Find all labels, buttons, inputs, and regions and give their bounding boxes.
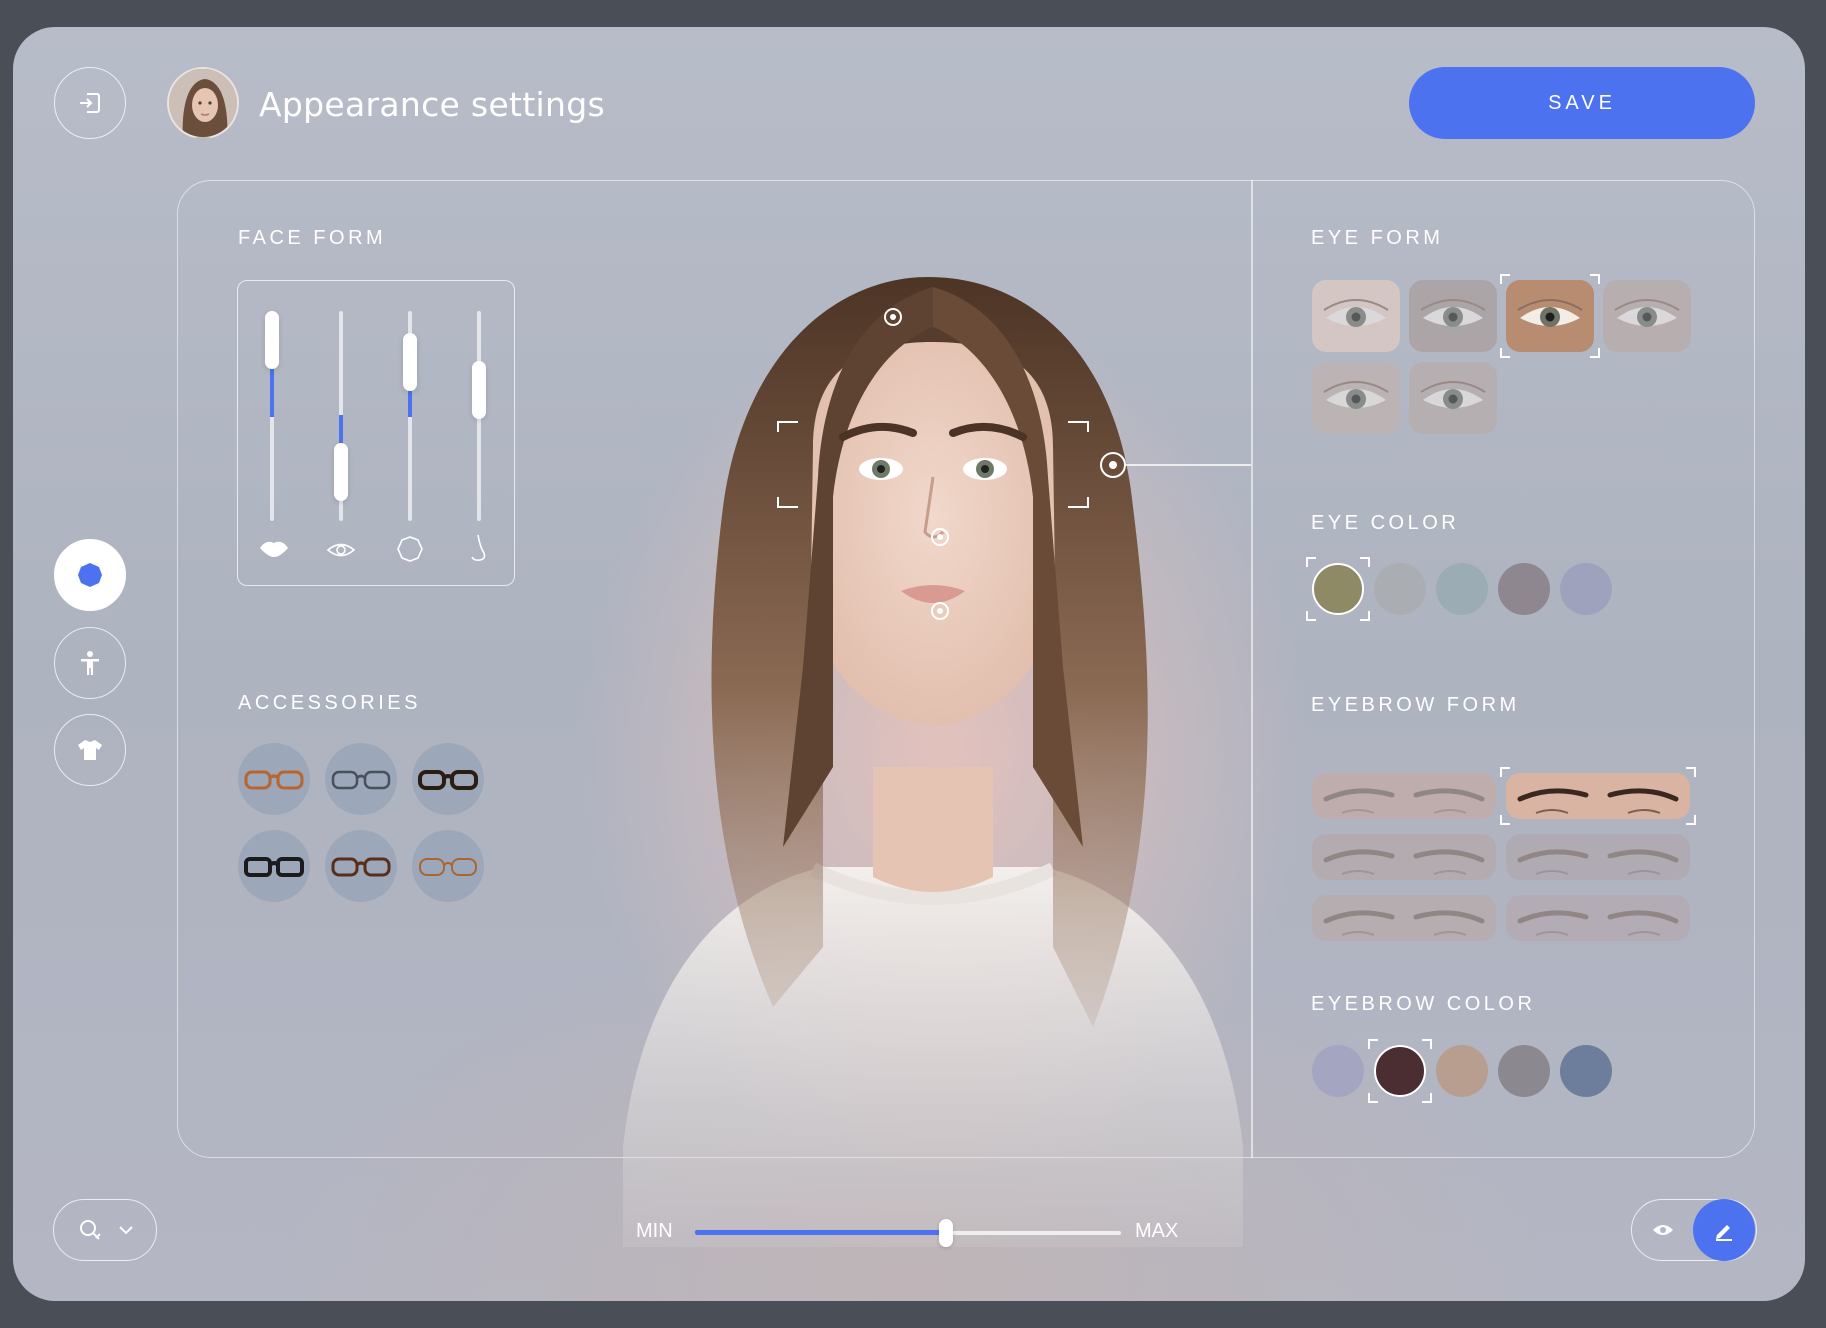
eyebrow-form-selection-indicator <box>1500 767 1696 825</box>
eye-form-option[interactable] <box>1409 280 1497 352</box>
eyebrow-form-option[interactable] <box>1506 895 1690 941</box>
avatar <box>167 67 239 139</box>
eye-color-swatch[interactable] <box>1436 563 1488 615</box>
logout-icon <box>80 93 100 113</box>
face-form-sliders <box>237 280 515 586</box>
intensity-slider-thumb[interactable] <box>939 1219 953 1247</box>
nose-slider-thumb[interactable] <box>472 361 486 419</box>
eye-color-selection-indicator <box>1306 557 1370 621</box>
body-icon <box>81 651 99 675</box>
eyebrow-color-swatch[interactable] <box>1312 1045 1364 1097</box>
sidebar-item-body[interactable] <box>54 627 126 699</box>
eye-color-swatch[interactable] <box>1374 563 1426 615</box>
character-portrait <box>623 277 1251 1247</box>
glasses-icon <box>418 770 478 790</box>
chevron-down-icon <box>119 1226 133 1235</box>
eye-form-option[interactable] <box>1312 280 1400 352</box>
eyebrow-form-option[interactable] <box>1506 834 1690 880</box>
eye-form-label: EYE FORM <box>1311 227 1444 249</box>
face-shape-icon <box>397 536 423 562</box>
shirt-icon <box>78 740 102 760</box>
lips-slider-fill <box>270 361 274 417</box>
save-button[interactable]: SAVE <box>1409 67 1755 139</box>
glasses-icon <box>244 770 304 790</box>
intensity-max-label: MAX <box>1135 1220 1179 1242</box>
face-form-label: FACE FORM <box>238 227 387 249</box>
eyebrow-form-option[interactable] <box>1312 834 1496 880</box>
eyebrow-form-option[interactable] <box>1312 773 1496 819</box>
accessory-glasses-clear[interactable] <box>325 743 397 815</box>
intensity-min-label: MIN <box>636 1220 673 1242</box>
app-window: Appearance settings SAVE FACE FORM ACCES… <box>13 27 1805 1301</box>
eye-slider-thumb[interactable] <box>334 443 348 501</box>
pencil-icon <box>1716 1225 1732 1241</box>
edit-button[interactable] <box>1693 1199 1755 1261</box>
eye-form-selection-indicator <box>1500 274 1600 358</box>
search-dropdown[interactable] <box>53 1199 157 1261</box>
eyebrow-color-swatch[interactable] <box>1436 1045 1488 1097</box>
eye-color-swatch[interactable] <box>1560 563 1612 615</box>
sidebar-item-face[interactable] <box>54 539 126 611</box>
intensity-slider-fill <box>695 1230 946 1235</box>
eye-icon <box>326 543 356 557</box>
exit-button[interactable] <box>54 67 126 139</box>
accessory-glasses-orange[interactable] <box>238 743 310 815</box>
eye-form-option[interactable] <box>1312 362 1400 434</box>
glasses-icon <box>244 857 304 877</box>
search-icon <box>80 1220 101 1240</box>
accessory-glasses-thin-orange[interactable] <box>412 830 484 902</box>
lips-icon <box>260 541 288 557</box>
page-title: Appearance settings <box>259 85 605 124</box>
nose-icon <box>471 534 486 561</box>
accessory-glasses-black[interactable] <box>238 830 310 902</box>
accessory-glasses-tortoise[interactable] <box>412 743 484 815</box>
eye-icon[interactable] <box>1652 1222 1674 1238</box>
glasses-icon <box>419 858 477 876</box>
accessories-label: ACCESSORIES <box>238 692 421 714</box>
eye-slider-fill <box>339 415 343 445</box>
sidebar-item-clothing[interactable] <box>54 714 126 786</box>
glasses-icon <box>331 857 391 877</box>
eye-form-option[interactable] <box>1603 280 1691 352</box>
face-shape-slider-thumb[interactable] <box>403 333 417 391</box>
eyebrow-color-label: EYEBROW COLOR <box>1311 993 1536 1015</box>
eyebrow-color-swatch[interactable] <box>1498 1045 1550 1097</box>
eyebrow-color-swatch[interactable] <box>1560 1045 1612 1097</box>
face-icon <box>78 563 102 587</box>
eyebrow-color-selection-indicator <box>1368 1039 1432 1103</box>
eyebrow-form-label: EYEBROW FORM <box>1311 694 1520 716</box>
lips-slider-thumb[interactable] <box>265 311 279 369</box>
eye-color-swatch[interactable] <box>1498 563 1550 615</box>
eye-color-label: EYE COLOR <box>1311 512 1460 534</box>
eye-form-option[interactable] <box>1409 362 1497 434</box>
glasses-icon <box>331 770 391 790</box>
eyebrow-form-option[interactable] <box>1312 895 1496 941</box>
accessory-glasses-brown[interactable] <box>325 830 397 902</box>
